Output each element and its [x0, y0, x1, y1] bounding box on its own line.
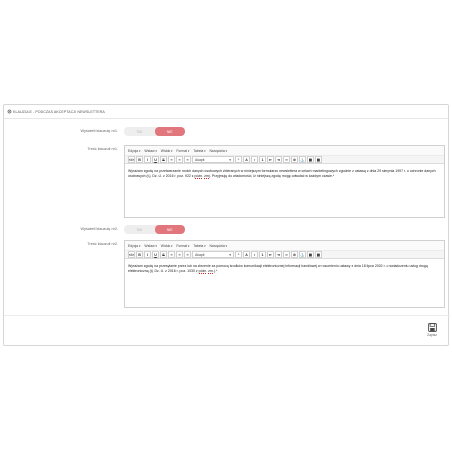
clause-2-text[interactable]: Wyrażam zgodę na przesyłanie przez lub n…: [125, 259, 444, 280]
toggle-option-no[interactable]: NIE: [154, 225, 185, 234]
blockquote-icon[interactable]: “: [235, 251, 242, 258]
editor-toolbar: </> B I U S ≡ ≡ ≡ Akapit▾ “ A • 1 ⇤ ⇥ ∞: [125, 250, 444, 259]
source-code-icon[interactable]: </>: [128, 251, 135, 258]
menu-table[interactable]: Tabela: [193, 149, 205, 153]
media-icon[interactable]: ▦: [307, 156, 314, 163]
align-center-icon[interactable]: ≡: [176, 156, 183, 163]
clause-1-show-label: Wyświetl klauzulę nr1.: [80, 129, 118, 133]
clause-2-editor[interactable]: Edycja Wstaw Widok Format Tabela Narzędz…: [124, 240, 445, 308]
indent-icon[interactable]: ⇥: [275, 156, 282, 163]
font-color-icon[interactable]: A: [243, 156, 250, 163]
outdent-icon[interactable]: ⇤: [267, 156, 274, 163]
menu-view[interactable]: Widok: [161, 244, 173, 248]
clause-2-show-label: Wyświetl klauzulę nr2.: [80, 227, 118, 231]
clause-1-text[interactable]: Wyrażam zgodę na przetwarzanie moich dan…: [125, 164, 444, 185]
menu-tools[interactable]: Narzędzia: [209, 149, 226, 153]
editor-toolbar: </> B I U S ≡ ≡ ≡ Akapit▾ “ A • 1 ⇤ ⇥ ∞: [125, 155, 444, 164]
clause-1-toggle[interactable]: TAK NIE: [124, 127, 185, 136]
format-select[interactable]: Akapit ▾: [192, 251, 234, 258]
clause-2-toggle[interactable]: TAK NIE: [124, 225, 185, 234]
save-button[interactable]: Zapisz: [421, 319, 443, 341]
align-left-icon[interactable]: ≡: [168, 156, 175, 163]
italic-icon[interactable]: I: [144, 156, 151, 163]
align-left-icon[interactable]: ≡: [168, 251, 175, 258]
menu-view[interactable]: Widok: [161, 149, 173, 153]
align-center-icon[interactable]: ≡: [176, 251, 183, 258]
menu-tools[interactable]: Narzędzia: [209, 244, 226, 248]
editor-menubar: Edycja Wstaw Widok Format Tabela Narzędz…: [125, 146, 444, 155]
save-label: Zapisz: [427, 333, 437, 337]
panel-header: KLAUZULE - PODCZAS AKCEPTACJI NEWSLETTER…: [4, 105, 448, 119]
font-color-icon[interactable]: A: [243, 251, 250, 258]
menu-format[interactable]: Format: [176, 244, 189, 248]
anchor-icon[interactable]: ⚓: [299, 251, 306, 258]
strikethrough-icon[interactable]: S: [160, 251, 167, 258]
numbered-list-icon[interactable]: 1: [259, 156, 266, 163]
image-icon[interactable]: ▩: [315, 156, 322, 163]
cog-icon: [7, 109, 12, 114]
link-icon[interactable]: ∞: [283, 251, 290, 258]
menu-format[interactable]: Format: [176, 149, 189, 153]
menu-edit[interactable]: Edycja: [128, 244, 140, 248]
unlink-icon[interactable]: ⊘: [291, 156, 298, 163]
toggle-option-no[interactable]: NIE: [154, 127, 185, 136]
media-icon[interactable]: ▦: [307, 251, 314, 258]
unlink-icon[interactable]: ⊘: [291, 251, 298, 258]
bullet-list-icon[interactable]: •: [251, 251, 258, 258]
toggle-option-yes[interactable]: TAK: [124, 127, 155, 136]
clause-1-content-label: Treść klauzuli nr1.: [87, 147, 118, 151]
panel-footer-divider: [4, 315, 450, 316]
clauses-panel: KLAUZULE - PODCZAS AKCEPTACJI NEWSLETTER…: [3, 104, 450, 346]
bold-icon[interactable]: B: [136, 251, 143, 258]
strikethrough-icon[interactable]: S: [160, 156, 167, 163]
bold-icon[interactable]: B: [136, 156, 143, 163]
menu-insert[interactable]: Wstaw: [144, 244, 156, 248]
menu-edit[interactable]: Edycja: [128, 149, 140, 153]
menu-insert[interactable]: Wstaw: [144, 149, 156, 153]
underline-icon[interactable]: U: [152, 251, 159, 258]
toggle-option-yes[interactable]: TAK: [124, 225, 155, 234]
clause-2-content-label: Treść klauzuli nr2.: [87, 242, 118, 246]
indent-icon[interactable]: ⇥: [275, 251, 282, 258]
italic-icon[interactable]: I: [144, 251, 151, 258]
underline-icon[interactable]: U: [152, 156, 159, 163]
format-select[interactable]: Akapit ▾: [192, 156, 234, 163]
editor-menubar: Edycja Wstaw Widok Format Tabela Narzędz…: [125, 241, 444, 250]
link-icon[interactable]: ∞: [283, 156, 290, 163]
menu-table[interactable]: Tabela: [193, 244, 205, 248]
source-code-icon[interactable]: </>: [128, 156, 135, 163]
panel-title: KLAUZULE - PODCZAS AKCEPTACJI NEWSLETTER…: [13, 109, 105, 114]
blockquote-icon[interactable]: “: [235, 156, 242, 163]
bullet-list-icon[interactable]: •: [251, 156, 258, 163]
page: KLAUZULE - PODCZAS AKCEPTACJI NEWSLETTER…: [0, 0, 452, 452]
align-right-icon[interactable]: ≡: [184, 251, 191, 258]
save-icon: [427, 323, 437, 332]
outdent-icon[interactable]: ⇤: [267, 251, 274, 258]
anchor-icon[interactable]: ⚓: [299, 156, 306, 163]
image-icon[interactable]: ▩: [315, 251, 322, 258]
clause-1-editor[interactable]: Edycja Wstaw Widok Format Tabela Narzędz…: [124, 145, 445, 218]
numbered-list-icon[interactable]: 1: [259, 251, 266, 258]
align-right-icon[interactable]: ≡: [184, 156, 191, 163]
